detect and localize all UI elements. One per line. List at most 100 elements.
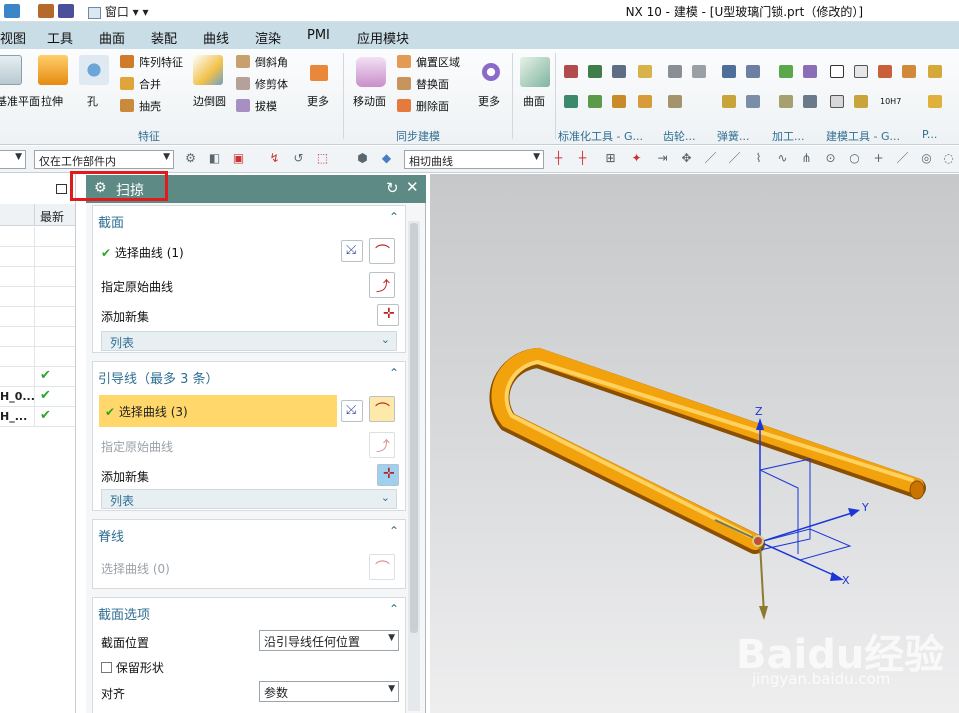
dialog-scrollbar[interactable] [408,221,420,711]
snap-tool-icon[interactable]: ◎ [920,152,933,165]
std-tool-icon[interactable] [612,95,626,108]
spring-tool-icon[interactable] [746,95,760,108]
unite-label[interactable]: 合并 [139,76,161,92]
snap-tool-icon[interactable]: ／ [728,152,741,165]
surface-icon[interactable] [520,57,550,87]
gear-tool-icon[interactable] [668,65,682,78]
guide-title[interactable]: 引导线（最多 3 条） [98,368,219,387]
datum-plane-label[interactable]: 基准平面 [0,93,40,109]
menu-curve[interactable]: 曲线 [203,28,229,47]
misc-tool-icon[interactable] [928,65,942,78]
curve-tool-icon[interactable]: ⊞ [604,152,617,165]
menu-tools[interactable]: 工具 [47,28,73,47]
nav-row[interactable] [0,227,75,247]
model-tools-group-label[interactable]: 建模工具 - G... [826,128,900,144]
more-features-label[interactable]: 更多 [307,93,329,109]
menu-render[interactable]: 渲染 [255,28,281,47]
chamfer-icon[interactable] [236,55,250,68]
replace-face-label[interactable]: 替换面 [416,76,449,92]
surface-label[interactable]: 曲面 [523,93,545,109]
curve-rule-dropdown[interactable]: 相切曲线 ▼ [404,150,544,169]
chamfer-label[interactable]: 倒斜角 [255,54,288,70]
select-tool-icon[interactable]: ↯ [268,152,281,165]
scrollbar-thumb[interactable] [410,223,418,633]
nav-row[interactable] [0,267,75,287]
section-specify-origin[interactable]: 指定原始曲线 [101,278,173,295]
triangle-icon[interactable] [830,65,844,78]
draft-icon[interactable] [236,99,250,112]
select-tool-icon[interactable]: ◆ [380,152,393,165]
process-tool-icon[interactable] [803,65,817,78]
redo-icon[interactable] [58,4,74,18]
save-icon[interactable] [4,4,20,18]
nav-row[interactable]: H_... ✔ [0,407,75,427]
curve-tool-icon[interactable]: ⇥ [656,152,669,165]
draft-label[interactable]: 拔模 [255,98,277,114]
snap-tool-icon[interactable]: ○ [848,152,861,165]
edge-blend-label[interactable]: 边倒圆 [193,93,226,109]
nav-row[interactable]: ✔ [0,367,75,387]
snap-tool-icon[interactable]: + [872,152,885,165]
maximize-icon[interactable] [56,184,67,194]
scope-filter-dropdown[interactable]: 仅在工作部件内 ▼ [34,150,174,169]
section-title[interactable]: 截面 [98,212,124,231]
process-tool-icon[interactable] [779,65,793,78]
offset-region-icon[interactable] [397,55,411,68]
guide-add-set[interactable]: 添加新集 [101,468,149,485]
reverse-direction-button[interactable]: ⤩ [341,400,363,422]
add-set-button[interactable]: ✛ [377,464,399,486]
misc-tool-icon[interactable] [928,95,942,108]
shell-icon[interactable] [120,99,134,112]
snap-tool-icon[interactable]: ◌ [942,152,955,165]
gear-tool-icon[interactable] [692,65,706,78]
section-options-title[interactable]: 截面选项 [98,604,150,623]
origin-curve-button[interactable]: ⤴ [369,272,395,298]
pattern-feature-label[interactable]: 阵列特征 [139,54,183,70]
std-tool-icon[interactable] [588,65,602,78]
trim-body-label[interactable]: 修剪体 [255,76,288,92]
replace-face-icon[interactable] [397,77,411,90]
collapse-icon[interactable]: ⌃ [389,602,399,616]
gear-tool-icon[interactable] [668,95,682,108]
delete-face-label[interactable]: 删除面 [416,98,449,114]
menu-assembly[interactable]: 装配 [151,28,177,47]
std-tool-icon[interactable] [638,95,652,108]
snap-tool-icon[interactable]: ／ [704,152,717,165]
std-tool-icon[interactable] [588,95,602,108]
nav-row[interactable] [0,307,75,327]
section-list-toggle[interactable]: 列表 ⌄ [101,331,397,351]
type-filter-dropdown[interactable]: ▼ [0,150,26,169]
std-tools-group-label[interactable]: 标准化工具 - G... [558,128,643,144]
nav-row[interactable] [0,327,75,347]
process-tool-icon[interactable] [779,95,793,108]
select-tool-icon[interactable]: ◧ [208,152,221,165]
model-tool-icon[interactable] [854,65,868,78]
close-icon[interactable]: ✕ [406,178,419,196]
latest-column-header[interactable]: 最新 [40,208,64,225]
curve-select-button[interactable]: ⌒ [369,396,395,422]
spring-group-label[interactable]: 弹簧... [717,128,750,144]
pattern-feature-icon[interactable] [120,55,134,68]
spine-title[interactable]: 脊线 [98,526,124,545]
rectangle-select-icon[interactable]: ⬚ [316,152,329,165]
unite-icon[interactable] [120,77,134,90]
process-tool-icon[interactable] [803,95,817,108]
snap-tool-icon[interactable]: ⌇ [752,152,765,165]
edge-blend-icon[interactable] [193,55,223,85]
section-select-curve[interactable]: ✔ 选择曲线 (1) [101,244,184,261]
curve-select-button[interactable]: ⌒ [369,238,395,264]
snap-tool-icon[interactable]: ✥ [680,152,693,165]
select-tool-icon[interactable]: ↺ [292,152,305,165]
add-set-button[interactable]: ✛ [377,304,399,326]
shell-label[interactable]: 抽壳 [139,98,161,114]
more-sync-icon[interactable] [482,63,500,81]
delete-face-icon[interactable] [397,99,411,112]
curve-select-button[interactable]: ⌒ [369,554,395,580]
nav-row[interactable]: H_0... ✔ [0,387,75,407]
spring-tool-icon[interactable] [746,65,760,78]
section-add-set[interactable]: 添加新集 [101,308,149,325]
spine-select-curve[interactable]: 选择曲线 (0) [101,560,170,577]
nav-row[interactable] [0,287,75,307]
extrude-icon[interactable] [38,55,68,85]
undo-icon[interactable] [38,4,54,18]
